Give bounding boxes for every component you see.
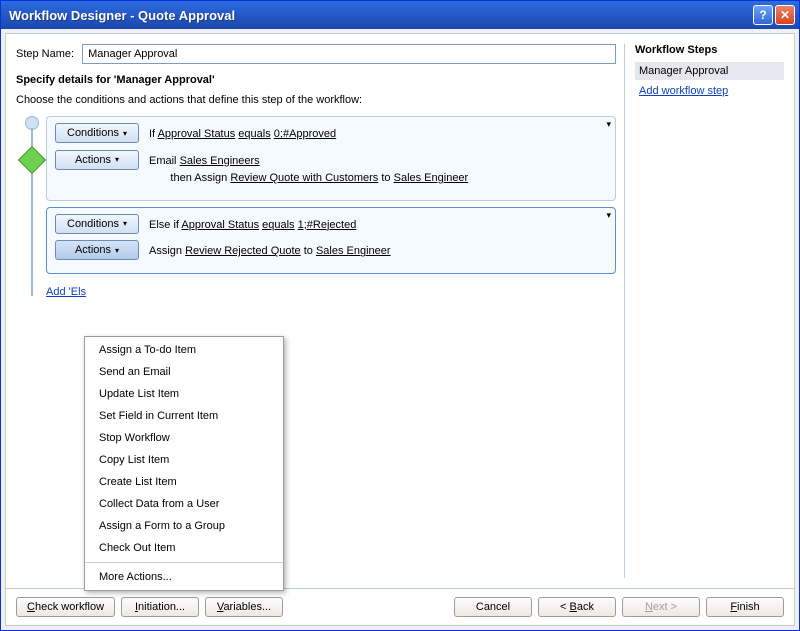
action-text: Email Sales Engineers then Assign Review…: [149, 150, 607, 188]
menu-item-stop-workflow[interactable]: Stop Workflow: [85, 427, 283, 449]
branch-start-icon: [25, 116, 39, 130]
actions-button[interactable]: Actions▾: [55, 240, 139, 260]
branch-menu-caret[interactable]: ▾: [606, 119, 611, 130]
menu-item-send-email[interactable]: Send an Email: [85, 361, 283, 383]
value-link[interactable]: 0;#Approved: [274, 128, 336, 140]
add-elseif-link[interactable]: Add 'Els: [46, 286, 86, 298]
caret-down-icon: ▾: [115, 155, 119, 164]
menu-item-assign-form[interactable]: Assign a Form to a Group: [85, 515, 283, 537]
assignee-link[interactable]: Sales Engineer: [394, 172, 469, 184]
close-button[interactable]: ✕: [775, 5, 795, 25]
menu-divider: [85, 562, 283, 563]
task-link[interactable]: Review Rejected Quote: [185, 245, 301, 257]
field-link[interactable]: Approval Status: [158, 128, 236, 140]
branch-menu-caret[interactable]: ▾: [606, 210, 611, 221]
menu-item-assign-todo[interactable]: Assign a To-do Item: [85, 339, 283, 361]
menu-item-more-actions[interactable]: More Actions...: [85, 566, 283, 588]
email-target-link[interactable]: Sales Engineers: [180, 155, 260, 167]
actions-dropdown-menu: Assign a To-do Item Send an Email Update…: [84, 336, 284, 591]
branch-diamond-icon: [18, 146, 46, 174]
conditions-row: Conditions▾ Else if Approval Status equa…: [55, 214, 607, 235]
branch-graphic: [18, 116, 44, 296]
op-link[interactable]: equals: [238, 128, 270, 140]
add-workflow-step-link[interactable]: Add workflow step: [639, 85, 728, 97]
op-link[interactable]: equals: [262, 219, 294, 231]
menu-item-set-field[interactable]: Set Field in Current Item: [85, 405, 283, 427]
caret-down-icon: ▾: [123, 219, 127, 228]
help-button[interactable]: ?: [753, 5, 773, 25]
titlebar: Workflow Designer - Quote Approval ? ✕: [1, 1, 799, 29]
finish-button[interactable]: Finish: [706, 597, 784, 617]
actions-row: Actions▾ Email Sales Engineers then Assi…: [55, 150, 607, 188]
conditions-button[interactable]: Conditions▾: [55, 214, 139, 234]
branch-elseif: ▾ Conditions▾ Else if Approval Status eq…: [46, 207, 616, 274]
field-link[interactable]: Approval Status: [181, 219, 259, 231]
menu-item-create-list-item[interactable]: Create List Item: [85, 471, 283, 493]
window-body: Step Name: Specify details for 'Manager …: [5, 33, 795, 626]
condition-text: Else if Approval Status equals 1;#Reject…: [149, 214, 607, 235]
action-text: Assign Review Rejected Quote to Sales En…: [149, 240, 607, 261]
workflow-steps-panel: Workflow Steps Manager Approval Add work…: [624, 44, 784, 578]
initiation-button[interactable]: Initiation...: [121, 597, 199, 617]
back-button[interactable]: < Back: [538, 597, 616, 617]
section-title: Specify details for 'Manager Approval': [16, 74, 616, 86]
step-name-input[interactable]: [82, 44, 616, 64]
branch-if: ▾ Conditions▾ If Approval Status equals …: [46, 116, 616, 201]
step-name-row: Step Name:: [16, 44, 616, 64]
caret-down-icon: ▾: [123, 129, 127, 138]
branch-line-icon: [31, 128, 33, 296]
sidebar-step-item[interactable]: Manager Approval: [635, 62, 784, 80]
menu-item-copy-list-item[interactable]: Copy List Item: [85, 449, 283, 471]
bottom-bar: Check workflow Initiation... Variables..…: [6, 588, 794, 625]
instruction-text: Choose the conditions and actions that d…: [16, 94, 616, 106]
task-link[interactable]: Review Quote with Customers: [230, 172, 378, 184]
condition-text: If Approval Status equals 0;#Approved: [149, 123, 607, 144]
variables-button[interactable]: Variables...: [205, 597, 283, 617]
conditions-button[interactable]: Conditions▾: [55, 123, 139, 143]
value-link[interactable]: 1;#Rejected: [298, 219, 357, 231]
check-workflow-button[interactable]: Check workflow: [16, 597, 115, 617]
step-name-label: Step Name:: [16, 48, 74, 60]
cancel-button[interactable]: Cancel: [454, 597, 532, 617]
sidebar-heading: Workflow Steps: [635, 44, 784, 56]
window-title: Workflow Designer - Quote Approval: [9, 8, 751, 23]
caret-down-icon: ▾: [115, 246, 119, 255]
next-button: Next >: [622, 597, 700, 617]
actions-button[interactable]: Actions▾: [55, 150, 139, 170]
assignee-link[interactable]: Sales Engineer: [316, 245, 391, 257]
menu-item-collect-data[interactable]: Collect Data from a User: [85, 493, 283, 515]
workflow-designer-window: Workflow Designer - Quote Approval ? ✕ S…: [0, 0, 800, 631]
conditions-row: Conditions▾ If Approval Status equals 0;…: [55, 123, 607, 144]
menu-item-update-list-item[interactable]: Update List Item: [85, 383, 283, 405]
menu-item-check-out[interactable]: Check Out Item: [85, 537, 283, 559]
actions-row: Actions▾ Assign Review Rejected Quote to…: [55, 240, 607, 261]
